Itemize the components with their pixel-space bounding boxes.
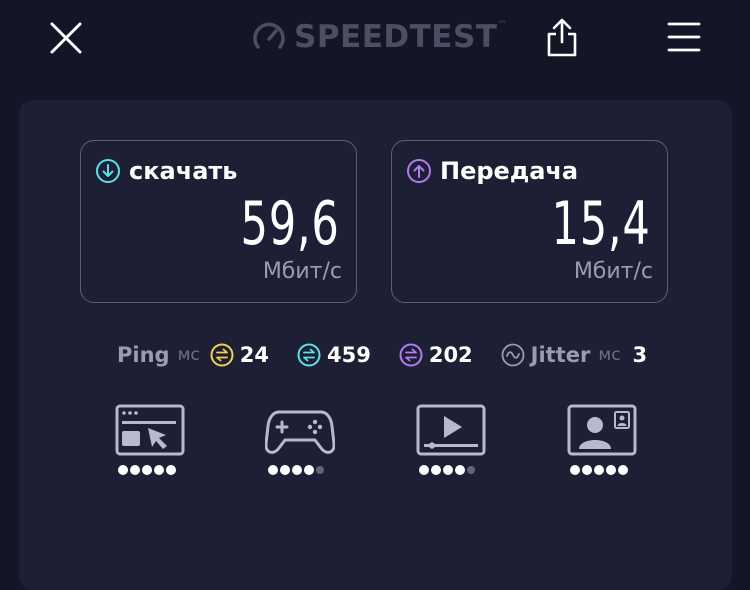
rating-dot bbox=[166, 465, 176, 475]
rating-dot bbox=[268, 465, 278, 475]
ping-label: Ping bbox=[117, 343, 170, 367]
browsing-icon bbox=[115, 404, 185, 456]
jitter-icon bbox=[501, 343, 525, 367]
rating-dots bbox=[570, 465, 636, 477]
share-icon bbox=[547, 18, 577, 57]
download-label: скачать bbox=[129, 157, 238, 185]
upload-label: Передача bbox=[440, 157, 579, 185]
rating-dot bbox=[118, 465, 128, 475]
video-call-icon bbox=[567, 404, 637, 456]
rating-dot bbox=[618, 465, 628, 475]
rating-dot bbox=[142, 465, 152, 475]
close-icon bbox=[50, 22, 82, 54]
quality-video-call[interactable] bbox=[567, 404, 637, 480]
gamepad-icon bbox=[265, 410, 335, 454]
rating-dot bbox=[316, 466, 324, 474]
rating-dot bbox=[570, 465, 580, 475]
download-unit: Мбит/с bbox=[262, 259, 342, 284]
close-button[interactable] bbox=[46, 18, 86, 58]
upload-value: 15,4 bbox=[551, 189, 651, 259]
ping-idle-value: 24 bbox=[239, 343, 269, 367]
ping-unit: мс bbox=[177, 345, 200, 365]
download-header: скачать bbox=[95, 157, 237, 185]
rating-dot bbox=[443, 465, 453, 475]
jitter-unit: мс bbox=[598, 345, 621, 365]
logo-trademark: ™ bbox=[497, 20, 507, 30]
rating-dots bbox=[118, 465, 184, 477]
rating-dot bbox=[292, 465, 302, 475]
quality-gaming[interactable] bbox=[265, 404, 335, 480]
menu-button[interactable] bbox=[666, 20, 702, 54]
download-arrow-icon bbox=[96, 159, 120, 183]
ping-idle-icon bbox=[210, 343, 234, 367]
rating-dot bbox=[582, 465, 592, 475]
rating-dot bbox=[130, 465, 140, 475]
ping-download-icon bbox=[297, 343, 321, 367]
rating-dot bbox=[304, 465, 314, 475]
ping-upload-value: 202 bbox=[428, 343, 473, 367]
quality-video[interactable] bbox=[416, 404, 486, 480]
rating-dot bbox=[431, 465, 441, 475]
jitter-value: 3 bbox=[632, 343, 648, 367]
quality-browsing[interactable] bbox=[115, 404, 185, 480]
download-value: 59,6 bbox=[240, 189, 340, 259]
upload-header: Передача bbox=[406, 157, 578, 185]
speedometer-icon bbox=[253, 22, 285, 49]
ping-upload-icon bbox=[399, 343, 423, 367]
rating-dot bbox=[594, 465, 604, 475]
rating-dot bbox=[419, 465, 429, 475]
rating-dots bbox=[419, 465, 485, 477]
upload-unit: Мбит/с bbox=[573, 259, 653, 284]
upload-card[interactable]: Передача 15,4 Мбит/с bbox=[391, 140, 668, 303]
latency-stats: Ping мс 24 459 202 Jitter мс 3 bbox=[117, 340, 647, 370]
rating-dots bbox=[268, 465, 334, 477]
rating-dot bbox=[467, 466, 475, 474]
rating-dot bbox=[606, 465, 616, 475]
rating-dot bbox=[280, 465, 290, 475]
top-bar: SPEEDTEST ™ bbox=[0, 0, 750, 80]
rating-dot bbox=[455, 465, 465, 475]
logo-text: SPEEDTEST bbox=[294, 19, 498, 55]
ping-download-value: 459 bbox=[326, 343, 371, 367]
speedtest-logo: SPEEDTEST ™ bbox=[252, 14, 506, 60]
upload-arrow-icon bbox=[407, 159, 431, 183]
jitter-label: Jitter bbox=[530, 343, 591, 367]
video-play-icon bbox=[416, 404, 486, 456]
hamburger-menu-icon bbox=[667, 22, 701, 52]
share-button[interactable] bbox=[544, 16, 580, 58]
rating-dot bbox=[154, 465, 164, 475]
download-card[interactable]: скачать 59,6 Мбит/с bbox=[80, 140, 357, 303]
